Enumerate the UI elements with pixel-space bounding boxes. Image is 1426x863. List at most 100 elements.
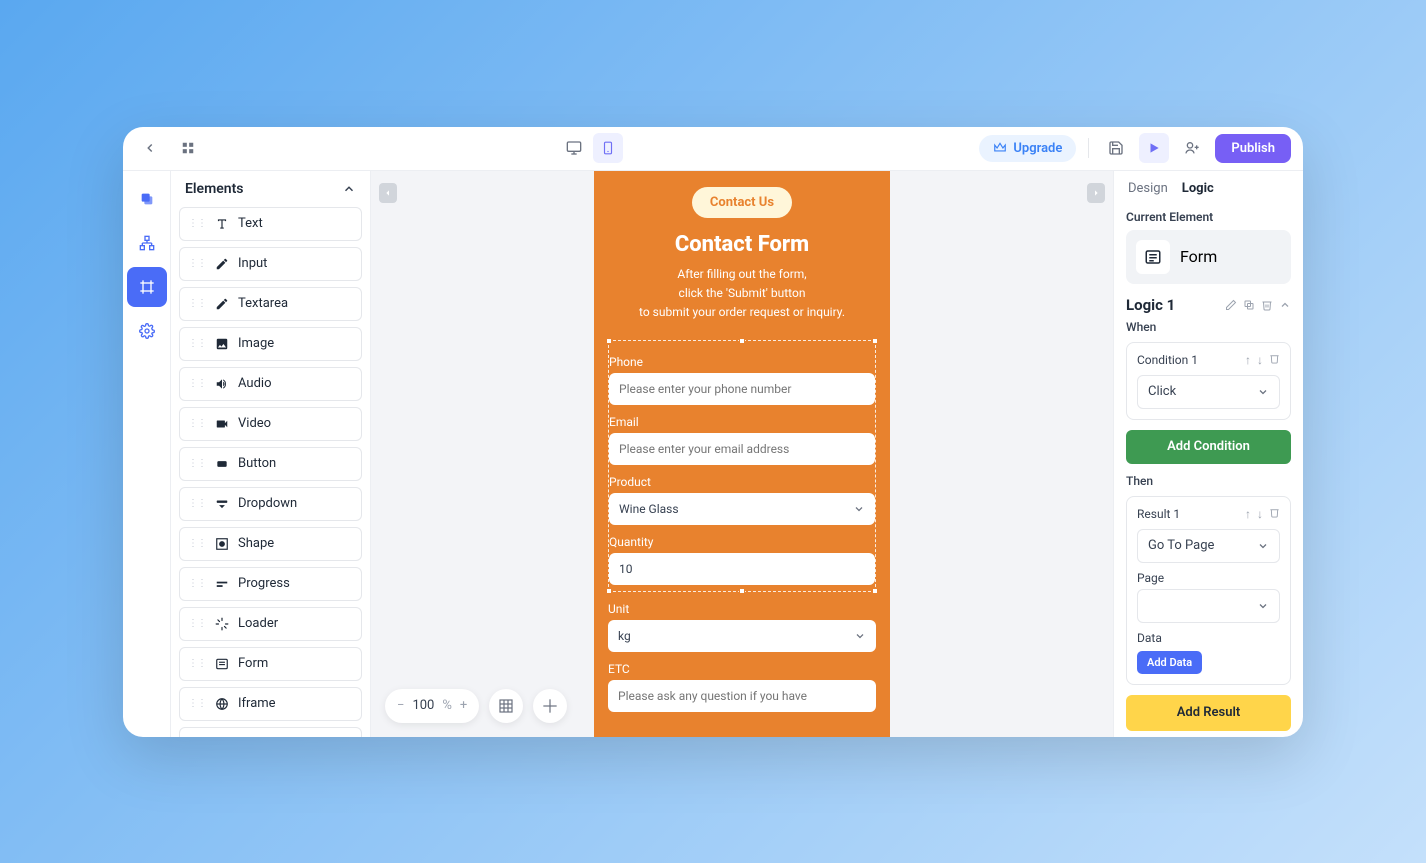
element-item-label: Loader bbox=[238, 616, 278, 631]
drag-handle-icon[interactable]: ⋮⋮ bbox=[188, 218, 206, 229]
resize-handle[interactable] bbox=[872, 588, 878, 594]
element-item-image[interactable]: ⋮⋮Image bbox=[179, 327, 362, 361]
delete-result-button[interactable] bbox=[1269, 507, 1280, 521]
chevron-down-icon bbox=[1257, 386, 1269, 398]
collapse-left-button[interactable] bbox=[379, 183, 397, 203]
move-up-button[interactable]: ↑ bbox=[1245, 507, 1251, 521]
action-value: Go To Page bbox=[1148, 538, 1214, 553]
element-item-label: Progress bbox=[238, 576, 290, 591]
collapse-logic-button[interactable] bbox=[1279, 299, 1291, 311]
condition-name: Condition 1 bbox=[1137, 353, 1198, 367]
add-result-button[interactable]: Add Result bbox=[1126, 695, 1291, 731]
save-button[interactable] bbox=[1101, 133, 1131, 163]
element-item-progress[interactable]: ⋮⋮ Progress bbox=[179, 567, 362, 601]
drag-handle-icon[interactable]: ⋮⋮ bbox=[188, 258, 206, 269]
element-item-map[interactable]: ⋮⋮Map bbox=[179, 727, 362, 737]
quantity-input[interactable] bbox=[609, 553, 875, 585]
drag-handle-icon[interactable]: ⋮⋮ bbox=[188, 418, 206, 429]
collapse-right-button[interactable] bbox=[1087, 183, 1105, 203]
condition-card: Condition 1 ↑ ↓ Click bbox=[1126, 342, 1291, 420]
selected-form-element[interactable]: Phone Email Product Wine Glass bbox=[608, 340, 876, 592]
chevron-left-icon bbox=[143, 141, 157, 155]
edit-logic-button[interactable] bbox=[1225, 299, 1237, 311]
resize-handle[interactable] bbox=[872, 338, 878, 344]
email-input[interactable] bbox=[609, 433, 875, 465]
element-item-shape[interactable]: ⋮⋮Shape bbox=[179, 527, 362, 561]
element-item-label: Dropdown bbox=[238, 496, 297, 511]
apps-button[interactable] bbox=[173, 133, 203, 163]
zoom-in-button[interactable]: + bbox=[460, 698, 467, 713]
element-item-iframe[interactable]: ⋮⋮Iframe bbox=[179, 687, 362, 721]
element-item-audio[interactable]: ⋮⋮Audio bbox=[179, 367, 362, 401]
delete-logic-button[interactable] bbox=[1261, 299, 1273, 311]
current-element-card[interactable]: Form bbox=[1126, 230, 1291, 284]
page-select[interactable] bbox=[1137, 589, 1280, 623]
phone-input[interactable] bbox=[609, 373, 875, 405]
tab-design[interactable]: Design bbox=[1128, 181, 1168, 196]
element-item-input[interactable]: ⋮⋮Input bbox=[179, 247, 362, 281]
move-down-button[interactable]: ↓ bbox=[1257, 353, 1263, 367]
drag-handle-icon[interactable]: ⋮⋮ bbox=[188, 658, 206, 669]
elements-header[interactable]: Elements bbox=[171, 171, 370, 207]
share-button[interactable] bbox=[1177, 133, 1207, 163]
preview-button[interactable] bbox=[1139, 133, 1169, 163]
resize-handle[interactable] bbox=[739, 588, 745, 594]
drag-handle-icon[interactable]: ⋮⋮ bbox=[188, 378, 206, 389]
sitemap-icon bbox=[139, 235, 155, 251]
element-item-dropdown[interactable]: ⋮⋮ Dropdown bbox=[179, 487, 362, 521]
drag-handle-icon[interactable]: ⋮⋮ bbox=[188, 458, 206, 469]
element-item-button[interactable]: ⋮⋮Button bbox=[179, 447, 362, 481]
trash-icon bbox=[1269, 353, 1280, 364]
delete-condition-button[interactable] bbox=[1269, 353, 1280, 367]
zoom-toolbar: − 100 % + bbox=[385, 689, 567, 723]
form-icon bbox=[1144, 248, 1162, 266]
nav-frame[interactable] bbox=[127, 267, 167, 307]
resize-handle[interactable] bbox=[606, 588, 612, 594]
drag-handle-icon[interactable]: ⋮⋮ bbox=[188, 498, 206, 509]
drag-handle-icon[interactable]: ⋮⋮ bbox=[188, 338, 206, 349]
mobile-view-button[interactable] bbox=[593, 133, 623, 163]
resize-handle[interactable] bbox=[606, 338, 612, 344]
action-select[interactable]: Go To Page bbox=[1137, 529, 1280, 563]
back-button[interactable] bbox=[135, 133, 165, 163]
nav-tree[interactable] bbox=[127, 223, 167, 263]
drag-handle-icon[interactable]: ⋮⋮ bbox=[188, 578, 206, 589]
grid-toggle-button[interactable] bbox=[489, 689, 523, 723]
duplicate-logic-button[interactable] bbox=[1243, 299, 1255, 311]
trigger-select[interactable]: Click bbox=[1137, 375, 1280, 409]
element-item-text[interactable]: ⋮⋮ Text bbox=[179, 207, 362, 241]
nav-settings[interactable] bbox=[127, 311, 167, 351]
chevron-up-icon bbox=[342, 182, 356, 196]
etc-input[interactable] bbox=[608, 680, 876, 712]
publish-button[interactable]: Publish bbox=[1215, 134, 1291, 163]
drag-handle-icon[interactable]: ⋮⋮ bbox=[188, 298, 206, 309]
snap-toggle-button[interactable] bbox=[533, 689, 567, 723]
drag-handle-icon[interactable]: ⋮⋮ bbox=[188, 698, 206, 709]
quantity-label: Quantity bbox=[609, 535, 875, 549]
element-item-loader[interactable]: ⋮⋮ Loader bbox=[179, 607, 362, 641]
contact-us-pill[interactable]: Contact Us bbox=[692, 187, 792, 218]
add-condition-button[interactable]: Add Condition bbox=[1126, 430, 1291, 464]
upgrade-button[interactable]: Upgrade bbox=[979, 135, 1076, 162]
move-down-button[interactable]: ↓ bbox=[1257, 507, 1263, 521]
element-item-form[interactable]: ⋮⋮Form bbox=[179, 647, 362, 681]
drag-handle-icon[interactable]: ⋮⋮ bbox=[188, 538, 206, 549]
resize-handle[interactable] bbox=[739, 338, 745, 344]
add-data-button[interactable]: Add Data bbox=[1137, 651, 1202, 674]
element-item-video[interactable]: ⋮⋮Video bbox=[179, 407, 362, 441]
zoom-unit: % bbox=[442, 698, 452, 713]
unit-select[interactable]: kg bbox=[608, 620, 876, 652]
product-select[interactable]: Wine Glass bbox=[609, 493, 875, 525]
desktop-view-button[interactable] bbox=[559, 133, 589, 163]
element-item-textarea[interactable]: ⋮⋮Textarea bbox=[179, 287, 362, 321]
trash-icon bbox=[1261, 299, 1273, 311]
element-item-label: Text bbox=[238, 216, 263, 231]
nav-layers[interactable] bbox=[127, 179, 167, 219]
progress-icon bbox=[214, 577, 230, 591]
play-icon bbox=[1147, 141, 1161, 155]
zoom-out-button[interactable]: − bbox=[397, 698, 404, 713]
iframe-icon bbox=[214, 697, 230, 711]
move-up-button[interactable]: ↑ bbox=[1245, 353, 1251, 367]
drag-handle-icon[interactable]: ⋮⋮ bbox=[188, 618, 206, 629]
tab-logic[interactable]: Logic bbox=[1182, 181, 1214, 196]
